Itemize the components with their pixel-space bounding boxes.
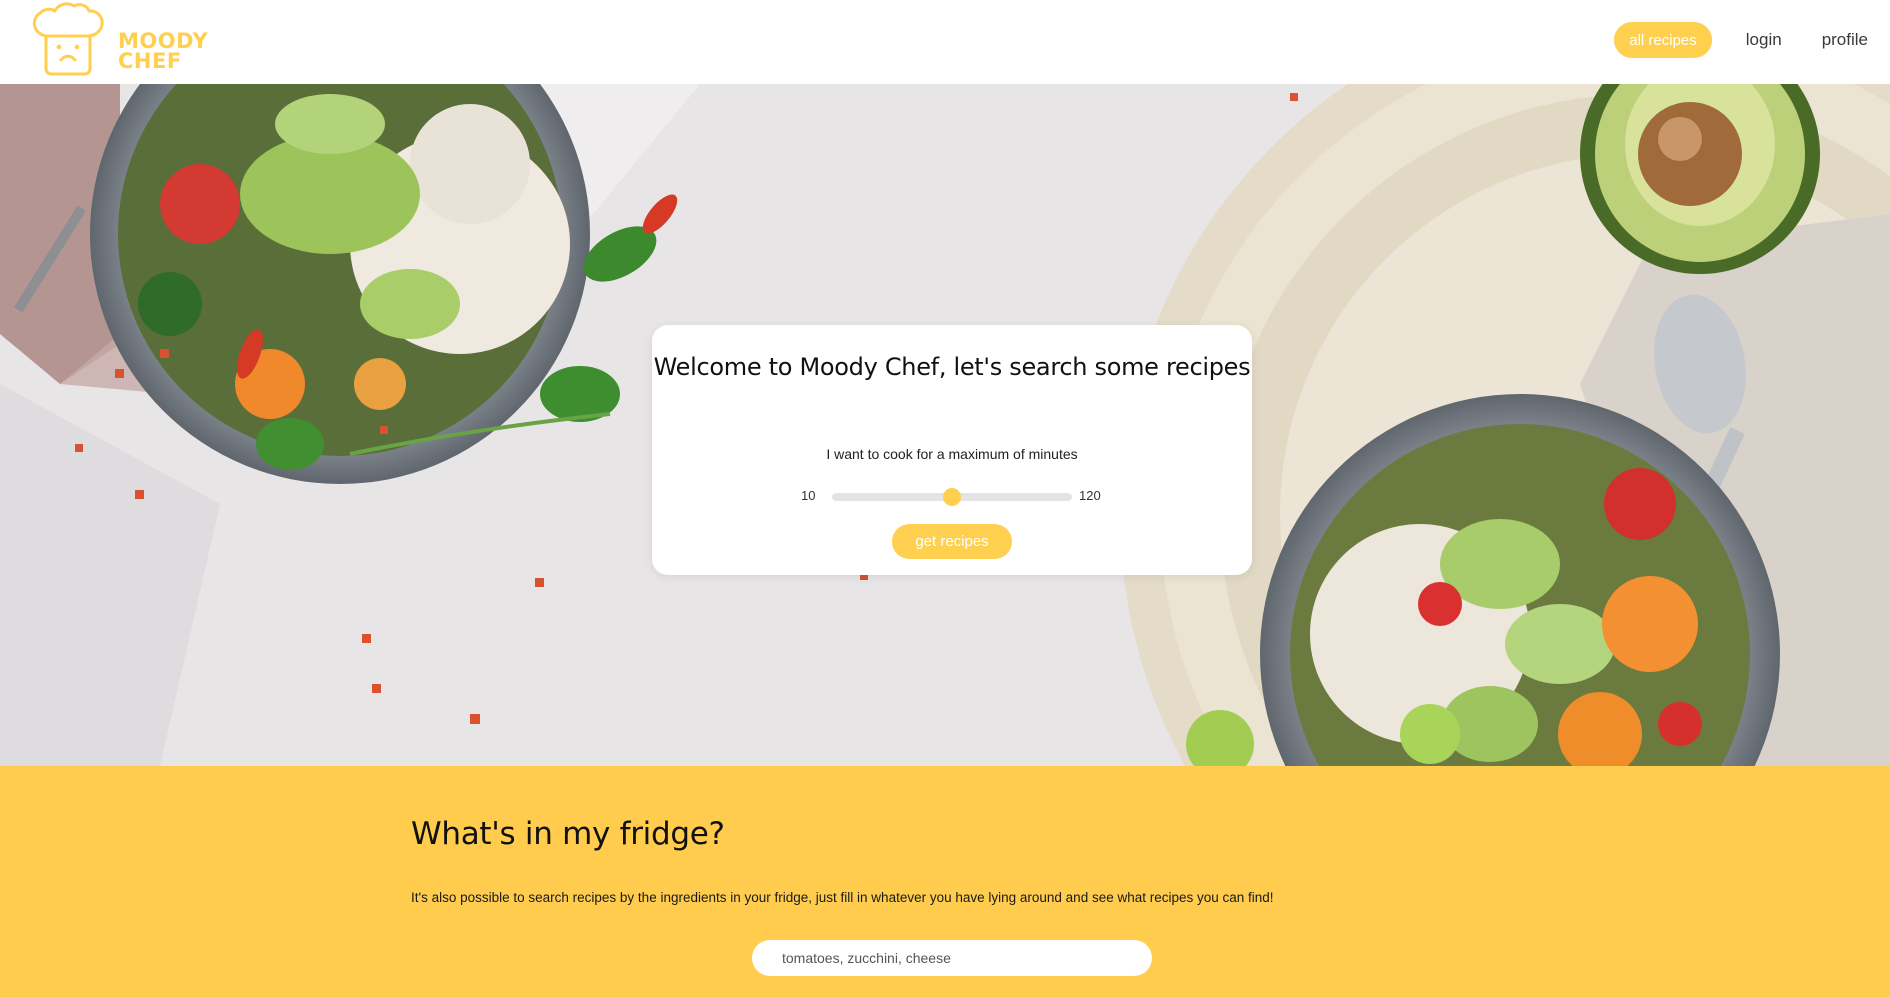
chef-hat-icon bbox=[32, 2, 104, 76]
slider-max-label: 120 bbox=[1079, 488, 1101, 503]
hero-title: Welcome to Moody Chef, let's search some… bbox=[653, 353, 1251, 381]
nav-all-recipes-button[interactable]: all recipes bbox=[1614, 22, 1712, 58]
brand-name-line2: CHEF bbox=[118, 49, 182, 73]
cook-time-slider[interactable] bbox=[832, 488, 1072, 506]
brand-name-line1: MOODY bbox=[118, 29, 209, 53]
get-recipes-button[interactable]: get recipes bbox=[892, 524, 1012, 559]
slider-min-label: 10 bbox=[801, 488, 816, 503]
cook-time-label: I want to cook for a maximum of minutes bbox=[826, 446, 1078, 462]
brand-logo[interactable]: MOODY CHEF bbox=[28, 2, 208, 76]
brand-wordmark: MOODY CHEF bbox=[118, 29, 209, 73]
ingredients-search-input[interactable] bbox=[752, 940, 1152, 976]
top-navbar: MOODY CHEF all recipes login profile bbox=[0, 0, 1890, 84]
nav-profile-link[interactable]: profile bbox=[1822, 30, 1868, 50]
hero-banner: Welcome to Moody Chef, let's search some… bbox=[0, 84, 1890, 766]
nav-menu: all recipes login profile bbox=[1614, 22, 1868, 58]
nav-login-link[interactable]: login bbox=[1746, 30, 1782, 50]
fridge-section: What's in my fridge? It's also possible … bbox=[0, 766, 1890, 997]
fridge-title: What's in my fridge? bbox=[411, 816, 725, 852]
search-card: Welcome to Moody Chef, let's search some… bbox=[652, 325, 1252, 575]
slider-thumb[interactable] bbox=[943, 488, 961, 506]
fridge-description: It's also possible to search recipes by … bbox=[411, 890, 1274, 905]
